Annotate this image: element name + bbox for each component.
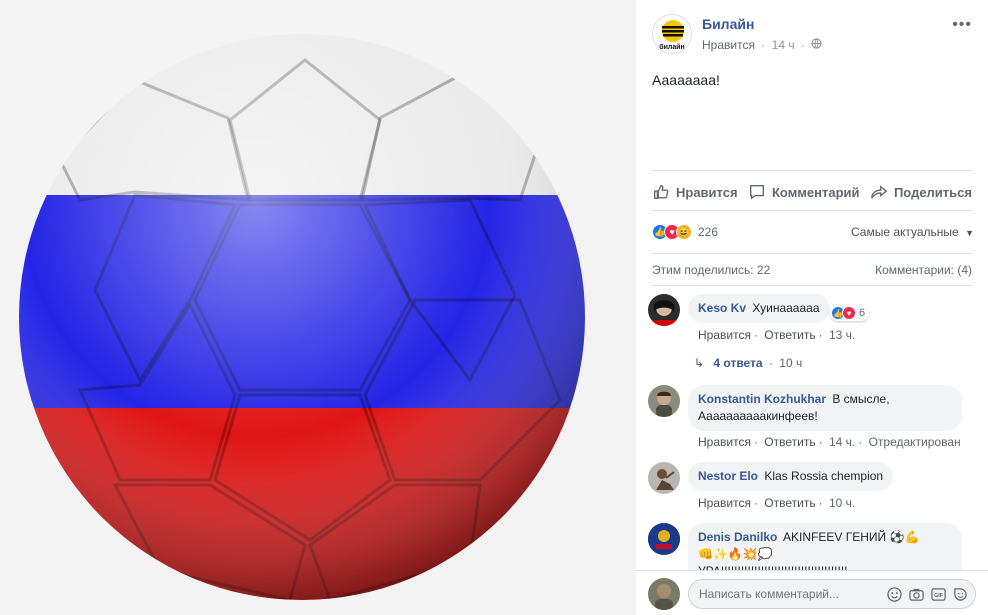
- comment-button[interactable]: Комментарий: [748, 183, 860, 201]
- avatar[interactable]: [648, 523, 680, 555]
- emoji-muscle-icon: 💪: [904, 530, 920, 544]
- love-reaction-icon: ♥: [842, 306, 856, 320]
- comment-reactions[interactable]: 👍 ♥ 6: [830, 305, 870, 321]
- thumbs-up-icon: [654, 185, 669, 199]
- avatar[interactable]: [648, 462, 680, 494]
- replies-count: 4 ответа: [713, 356, 763, 370]
- comment-sort-dropdown[interactable]: Самые актуальные ▼: [851, 225, 974, 239]
- comment-reply-link[interactable]: Ответить: [764, 496, 815, 510]
- avatar[interactable]: [648, 294, 680, 326]
- globe-icon: [811, 38, 822, 52]
- post-time[interactable]: 14 ч: [772, 38, 795, 52]
- post-actions-bar: Нравится Комментарий Поделиться: [652, 180, 972, 204]
- comment-actions: Нравится · Ответить · 10 ч.: [698, 496, 856, 510]
- comment-reply-link[interactable]: Ответить: [764, 328, 815, 342]
- more-options-icon[interactable]: •••: [952, 16, 972, 34]
- page-avatar[interactable]: билайн: [652, 14, 692, 54]
- emoji-football-icon: ⚽: [889, 530, 905, 544]
- comment-like-link[interactable]: Нравится: [698, 496, 751, 510]
- divider: [652, 285, 972, 286]
- comment-bubble: Keso Kv Хуинаааааа: [688, 294, 830, 323]
- reaction-count: 226: [698, 225, 719, 239]
- logo-text: билайн: [659, 44, 685, 51]
- comment-time[interactable]: 14 ч.: [829, 435, 855, 449]
- current-user-avatar[interactable]: [648, 578, 680, 610]
- composer-icons: GIF: [886, 586, 968, 602]
- post-header: билайн Билайн Нравится · 14 ч · •••: [652, 14, 972, 58]
- comment-like-link[interactable]: Нравится: [698, 328, 751, 342]
- comment-edited-label[interactable]: Отредактирован: [869, 435, 961, 449]
- comment-reaction-count: 6: [859, 307, 866, 319]
- haha-reaction-icon: 😆: [676, 224, 692, 240]
- comment-author[interactable]: Nestor Elo: [698, 469, 758, 483]
- comment-text: AKINFEEV ГЕНИЙ: [783, 530, 887, 544]
- replies-time: 10 ч: [779, 356, 803, 370]
- reactions-summary[interactable]: 👍 ♥ 😆 226 Самые актуальные ▼: [652, 223, 974, 241]
- comment-author[interactable]: Konstantin Kozhukhar: [698, 392, 826, 406]
- emoji-icon[interactable]: [886, 586, 902, 602]
- sort-label: Самые актуальные: [850, 225, 959, 239]
- comment-reply-link[interactable]: Ответить: [764, 435, 815, 449]
- view-replies-link[interactable]: ↳ 4 ответа · 10 ч: [694, 356, 802, 370]
- comment-actions: Нравится · Ответить · 14 ч. · Отредактирова…: [698, 435, 961, 449]
- svg-text:GIF: GIF: [934, 592, 943, 598]
- page-name[interactable]: Билайн: [702, 16, 754, 32]
- comment-author[interactable]: Keso Kv: [698, 301, 746, 315]
- camera-icon[interactable]: [908, 586, 924, 602]
- divider: [652, 210, 972, 211]
- comment-bubble: Konstantin Kozhukhar В смысле, Ааааааааа…: [688, 385, 962, 431]
- page-like-link[interactable]: Нравится: [702, 38, 755, 52]
- shares-count-link[interactable]: Этим поделились: 22: [652, 263, 770, 277]
- gif-icon[interactable]: GIF: [930, 586, 946, 602]
- comment-like-link[interactable]: Нравится: [698, 435, 751, 449]
- comment-button-label: Комментарий: [771, 184, 860, 200]
- divider: [652, 170, 972, 171]
- comments-count-link[interactable]: Комментарии: (4): [875, 263, 972, 277]
- comment-text: Хуинаааааа: [752, 301, 820, 315]
- comment-composer: GIF: [636, 570, 988, 615]
- comment-bubble: Nestor Elo Klas Rossia chempion: [688, 462, 894, 491]
- comment-actions: Нравится · Ответить · 13 ч.: [698, 328, 856, 342]
- comment-text-line2: Аааааааааакинфеев!: [698, 409, 818, 423]
- reply-arrow-icon: ↳: [694, 356, 705, 370]
- comment-icon: [750, 185, 764, 200]
- russia-flag-football-image: [19, 34, 585, 600]
- like-button-label: Нравится: [676, 184, 738, 200]
- post-text: Аааааааа!: [652, 72, 720, 88]
- comment-author[interactable]: Denis Danilko: [698, 530, 777, 544]
- caret-down-icon: ▼: [965, 228, 974, 238]
- post-side-panel: билайн Билайн Нравится · 14 ч · ••• Аааа…: [636, 0, 988, 615]
- post-meta: Нравится · 14 ч ·: [702, 37, 822, 52]
- share-arrow-icon: [871, 185, 888, 199]
- like-button[interactable]: Нравится: [652, 183, 738, 201]
- comment-time[interactable]: 10 ч.: [829, 496, 855, 510]
- emoji-row-icon: 👊✨🔥💥💭: [698, 547, 773, 561]
- comment-time[interactable]: 13 ч.: [829, 328, 855, 342]
- post-stats: Этим поделились: 22 Комментарии: (4): [652, 263, 972, 277]
- sticker-icon[interactable]: [952, 586, 968, 602]
- reaction-icons: 👍 ♥ 😆: [652, 224, 692, 240]
- post-photo[interactable]: [0, 0, 636, 615]
- divider: [652, 253, 972, 254]
- share-button-label: Поделиться: [893, 184, 972, 200]
- share-button[interactable]: Поделиться: [870, 183, 972, 201]
- comment-text: Klas Rossia chempion: [764, 469, 884, 483]
- comment-text: В смысле,: [832, 392, 890, 406]
- avatar[interactable]: [648, 385, 680, 417]
